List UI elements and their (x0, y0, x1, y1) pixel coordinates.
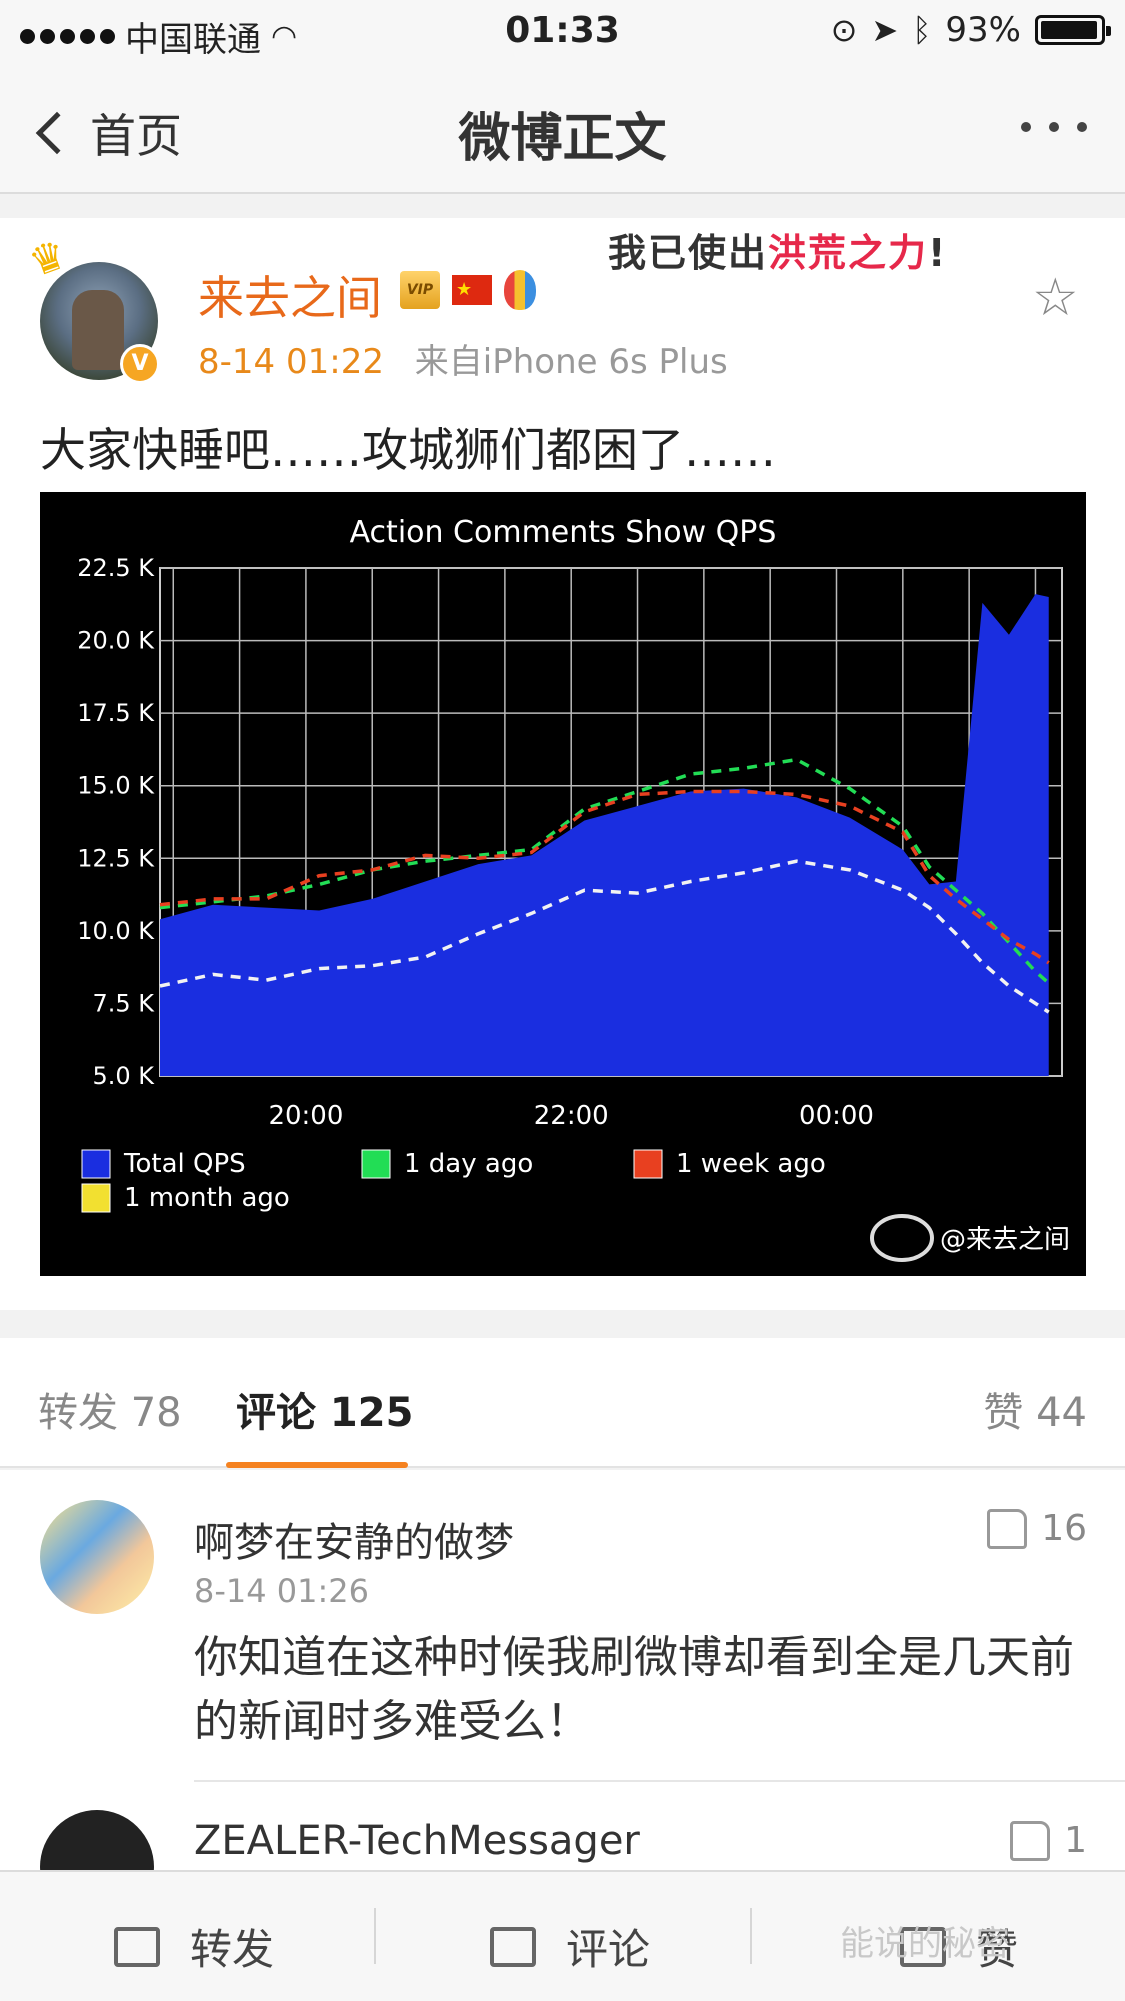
china-flag-icon: ★ (452, 275, 492, 305)
legend-swatch (81, 1183, 111, 1213)
comment-like-count: 16 (1041, 1508, 1087, 1549)
tab-comments[interactable]: 评论 125 (236, 1380, 413, 1438)
nav-bar: 首页 微博正文 (0, 62, 1125, 194)
legend-swatch (81, 1149, 111, 1179)
more-options-icon[interactable] (1021, 122, 1087, 132)
legend-label: 1 week ago (676, 1149, 826, 1179)
chart-title: Action Comments Show QPS (350, 515, 777, 550)
thumbs-up-icon (987, 1508, 1028, 1549)
sticker-text-2: 洪荒之力 (768, 231, 929, 275)
forward-label: 转发 (190, 1925, 275, 1974)
thumbs-up-icon (1010, 1820, 1051, 1861)
post-text: 大家快睡吧……攻城狮们都困了…… (40, 423, 776, 477)
bluetooth-icon: ᛒ (912, 11, 932, 49)
comment-author[interactable]: 啊梦在安静的做梦 (194, 1510, 514, 1568)
chart-image[interactable]: Action Comments Show QPS 22.5 K 20.0 K 17.5… (40, 492, 1086, 1276)
share-icon (114, 1926, 160, 1967)
legend-swatch (633, 1149, 663, 1179)
balloon-icon (504, 270, 536, 310)
y-tick-label: 22.5 K (77, 554, 155, 582)
watermark: 能说的秘密 (840, 1924, 1010, 1964)
post-tabs: 转发 78 评论 125 赞 44 (0, 1338, 1125, 1468)
legend-label: 1 day ago (404, 1149, 533, 1179)
y-tick-label: 20.0 K (77, 627, 155, 655)
card-sticker: 我已使出洪荒之力! (608, 222, 947, 277)
legend-label: 1 month ago (124, 1183, 290, 1213)
x-tick-label: 20:00 (268, 1101, 343, 1131)
battery-percent: 93% (945, 10, 1021, 50)
page-title: 微博正文 (458, 109, 667, 169)
author-name[interactable]: 来去之间 (198, 262, 382, 328)
comment-button[interactable]: 评论 (490, 1916, 650, 1977)
y-tick-label: 17.5 K (77, 699, 155, 727)
y-tick-label: 15.0 K (77, 772, 155, 800)
status-right: ⊙ ➤ ᛒ 93% (830, 10, 1111, 50)
comment-like-count: 1 (1064, 1820, 1087, 1861)
favorite-star-icon[interactable]: ☆ (1032, 268, 1079, 328)
author-badges: VIP ★ (400, 270, 536, 310)
status-bar: 中国联通 ◠ 01:33 ⊙ ➤ ᛒ 93% (0, 0, 1125, 62)
x-tick-label: 22:00 (534, 1101, 609, 1131)
tab-likes[interactable]: 赞 44 (983, 1380, 1087, 1438)
comment-avatar[interactable] (40, 1500, 154, 1614)
divider (750, 1908, 752, 1964)
comment-divider (194, 1780, 1125, 1782)
verified-badge-icon: V (120, 344, 160, 384)
legend-label: Total QPS (123, 1149, 246, 1179)
comment-time: 8-14 01:26 (194, 1572, 370, 1610)
weibo-logo-icon (870, 1214, 934, 1262)
comment-author[interactable]: ZEALER-TechMessager (194, 1818, 640, 1864)
chart-watermark: @来去之间 (940, 1225, 1070, 1255)
y-tick-label: 7.5 K (92, 989, 155, 1017)
active-tab-indicator (226, 1462, 408, 1468)
battery-icon (1035, 15, 1111, 45)
forward-button[interactable]: 转发 (114, 1916, 274, 1977)
comment-label: 评论 (566, 1925, 651, 1974)
comment-icon (490, 1926, 536, 1967)
legend-swatch (361, 1149, 391, 1179)
comment-text: 你知道在这种时候我刷微博却看到全是几天前的新闻时多难受么！ (194, 1632, 1074, 1747)
tab-forwards[interactable]: 转发 78 (38, 1380, 182, 1438)
comment-like-button[interactable]: 1 (1010, 1820, 1087, 1861)
post-source: 来自iPhone 6s Plus (414, 342, 728, 382)
divider (374, 1908, 376, 1964)
location-arrow-icon: ➤ (871, 11, 899, 49)
post-meta: 8-14 01:22 来自iPhone 6s Plus (198, 334, 728, 383)
y-tick-label: 12.5 K (77, 844, 155, 872)
comment-like-button[interactable]: 16 (987, 1508, 1087, 1549)
sticker-text-3: ! (928, 231, 948, 275)
post-time: 8-14 01:22 (198, 342, 384, 382)
rotation-lock-icon: ⊙ (830, 11, 858, 49)
sticker-text-1: 我已使出 (608, 231, 769, 275)
y-tick-label: 10.0 K (77, 917, 155, 945)
x-tick-label: 00:00 (799, 1101, 874, 1131)
vip-badge-icon[interactable]: VIP (400, 271, 440, 309)
y-tick-label: 5.0 K (92, 1062, 155, 1090)
qps-chart: Action Comments Show QPS 22.5 K 20.0 K 17.5… (77, 515, 1070, 1262)
